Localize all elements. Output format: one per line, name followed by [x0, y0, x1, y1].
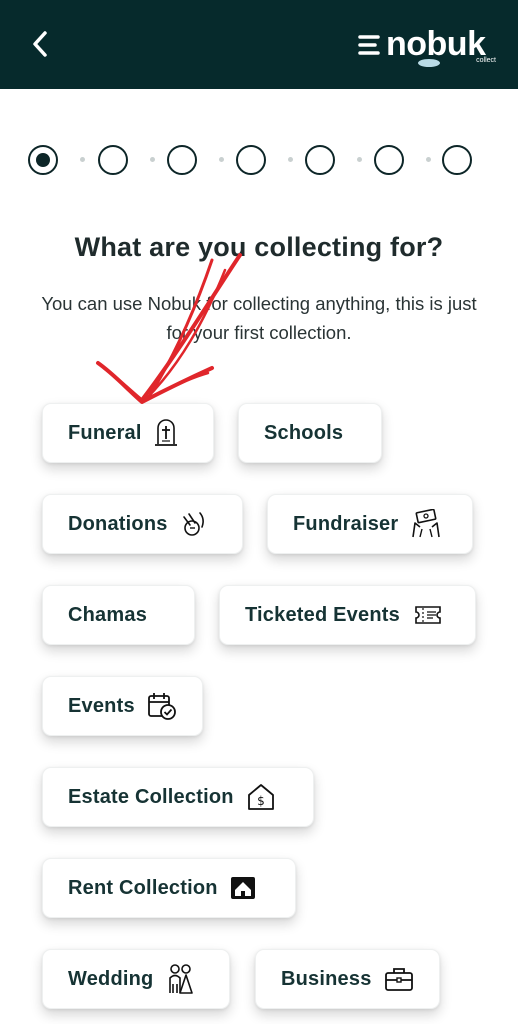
logo-subtext: collect	[476, 57, 496, 64]
category-label: Ticketed Events	[245, 603, 400, 626]
step-6	[374, 145, 404, 175]
fundraiser-icon	[410, 509, 442, 539]
step-7	[442, 145, 472, 175]
category-schools[interactable]: Schools	[238, 403, 382, 463]
step-connector	[357, 157, 362, 162]
page-subtitle: You can use Nobuk for collecting anythin…	[41, 293, 477, 343]
category-label: Funeral	[68, 421, 142, 444]
step-1	[28, 145, 58, 175]
step-connector	[288, 157, 293, 162]
category-label: Chamas	[68, 603, 148, 626]
category-label: Rent Collection	[68, 876, 218, 899]
step-3	[167, 145, 197, 175]
svg-text:$: $	[257, 794, 265, 808]
category-label: Schools	[264, 421, 344, 444]
house-dollar-icon: $	[246, 782, 276, 812]
category-wedding[interactable]: Wedding	[42, 949, 230, 1009]
nobuk-logo: nobuk collect	[358, 25, 498, 70]
category-donations[interactable]: Donations	[42, 494, 243, 554]
chevron-left-icon	[33, 31, 47, 57]
category-label: Fundraiser	[293, 512, 399, 535]
category-funeral[interactable]: Funeral	[42, 403, 214, 463]
category-label: Events	[68, 694, 135, 717]
step-2	[98, 145, 128, 175]
calendar-check-icon	[147, 691, 177, 721]
step-4	[236, 145, 266, 175]
back-button[interactable]	[22, 26, 58, 62]
step-connector	[426, 157, 431, 162]
category-label: Donations	[68, 512, 168, 535]
category-business[interactable]: Business	[255, 949, 440, 1009]
category-label: Estate Collection	[68, 785, 234, 808]
category-estate-collection[interactable]: Estate Collection $	[42, 767, 314, 827]
category-label: Business	[281, 967, 372, 990]
logo-cloud-icon	[418, 59, 440, 67]
top-app-bar: nobuk collect	[0, 0, 518, 89]
category-fundraiser[interactable]: Fundraiser	[267, 494, 473, 554]
step-connector	[219, 157, 224, 162]
category-chamas[interactable]: Chamas	[42, 585, 195, 645]
wedding-couple-icon	[165, 963, 195, 995]
category-events[interactable]: Events	[42, 676, 203, 736]
category-label: Wedding	[68, 967, 154, 990]
logo-mark-icon	[358, 35, 380, 55]
ticket-icon	[412, 602, 444, 628]
step-connector	[150, 157, 155, 162]
rent-house-icon	[230, 876, 256, 900]
progress-stepper	[28, 143, 478, 177]
category-ticketed-events[interactable]: Ticketed Events	[219, 585, 476, 645]
tombstone-icon	[154, 418, 178, 448]
step-5	[305, 145, 335, 175]
briefcase-icon	[384, 966, 414, 992]
step-connector	[80, 157, 85, 162]
donation-hand-icon	[180, 509, 208, 539]
page-title: What are you collecting for?	[74, 232, 444, 262]
category-rent-collection[interactable]: Rent Collection	[42, 858, 296, 918]
